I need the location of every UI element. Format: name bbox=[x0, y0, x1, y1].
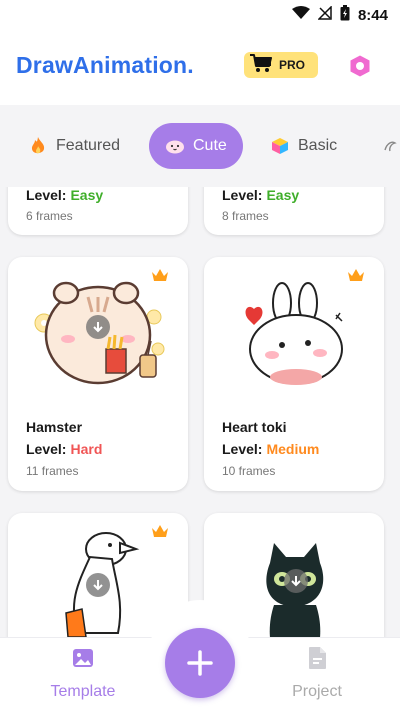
template-card-hamster[interactable]: Hamster Level: Hard 11 frames bbox=[8, 257, 188, 491]
level-value: Medium bbox=[266, 441, 320, 457]
tab-cute[interactable]: Cute bbox=[149, 123, 243, 169]
tab-basic[interactable]: Basic bbox=[270, 123, 337, 169]
level-prefix: Level: bbox=[222, 187, 263, 203]
hexagon-settings-icon bbox=[348, 54, 372, 83]
settings-button[interactable] bbox=[346, 54, 374, 82]
card-level: Level: Easy bbox=[222, 187, 299, 203]
card-level: Level: Easy bbox=[26, 187, 103, 203]
template-card[interactable]: Level: Easy 6 frames bbox=[8, 187, 188, 235]
cute-face-icon bbox=[165, 136, 185, 156]
level-value: Hard bbox=[70, 441, 103, 457]
download-icon bbox=[291, 576, 301, 587]
wifi-icon bbox=[291, 6, 310, 25]
nav-label: Project bbox=[292, 683, 342, 700]
download-icon bbox=[93, 580, 103, 591]
card-title: Hamster bbox=[26, 419, 83, 435]
shopping-cart-icon bbox=[249, 53, 273, 78]
battery-icon bbox=[340, 5, 350, 26]
download-button[interactable] bbox=[86, 315, 110, 339]
cube-icon bbox=[270, 136, 290, 156]
plus-icon bbox=[187, 650, 213, 676]
card-frames: 6 frames bbox=[26, 209, 73, 223]
level-prefix: Level: bbox=[222, 441, 263, 457]
app-header: DrawAnimation. PRO bbox=[0, 30, 400, 105]
bunny-illustration bbox=[245, 282, 343, 385]
no-signal-icon bbox=[317, 5, 332, 25]
category-tabs: Featured Cute Basic bbox=[0, 105, 400, 187]
document-icon bbox=[306, 646, 328, 675]
status-time: 8:44 bbox=[357, 7, 388, 24]
level-value: Easy bbox=[70, 187, 104, 203]
card-level: Level: Medium bbox=[222, 441, 319, 457]
status-icons: 8:44 bbox=[291, 5, 388, 26]
level-prefix: Level: bbox=[26, 441, 67, 457]
download-icon bbox=[93, 322, 103, 333]
card-level: Level: Hard bbox=[26, 441, 102, 457]
flame-icon bbox=[28, 136, 48, 156]
nav-project[interactable]: Project bbox=[262, 646, 372, 701]
nav-label: Template bbox=[50, 683, 116, 700]
nav-template[interactable]: Template bbox=[28, 646, 138, 701]
tab-label: Featured bbox=[56, 137, 121, 154]
tab-label: Basic bbox=[298, 137, 338, 154]
level-value: Easy bbox=[266, 187, 300, 203]
status-bar: 8:44 bbox=[0, 0, 400, 30]
sketch-icon bbox=[380, 136, 400, 156]
card-frames: 10 frames bbox=[222, 464, 276, 478]
card-frames: 11 frames bbox=[26, 464, 79, 478]
pro-label: PRO bbox=[279, 58, 306, 72]
create-new-button[interactable] bbox=[165, 628, 235, 698]
card-title: Heart toki bbox=[222, 419, 287, 435]
level-prefix: Level: bbox=[26, 187, 67, 203]
pro-button[interactable]: PRO bbox=[244, 52, 318, 78]
template-card-heart-toki[interactable]: Heart toki Level: Medium 10 frames bbox=[204, 257, 384, 491]
download-button[interactable] bbox=[284, 569, 308, 593]
image-gallery-icon bbox=[71, 646, 95, 675]
card-frames: 8 frames bbox=[222, 209, 269, 223]
tab-featured[interactable]: Featured bbox=[28, 123, 120, 169]
app-title: DrawAnimation. bbox=[16, 52, 194, 78]
tab-more[interactable] bbox=[380, 123, 400, 169]
tab-label: Cute bbox=[193, 137, 227, 154]
download-button[interactable] bbox=[86, 573, 110, 597]
template-card[interactable]: Level: Easy 8 frames bbox=[204, 187, 384, 235]
template-grid: Level: Easy 6 frames Level: Easy 8 frames bbox=[0, 187, 400, 637]
